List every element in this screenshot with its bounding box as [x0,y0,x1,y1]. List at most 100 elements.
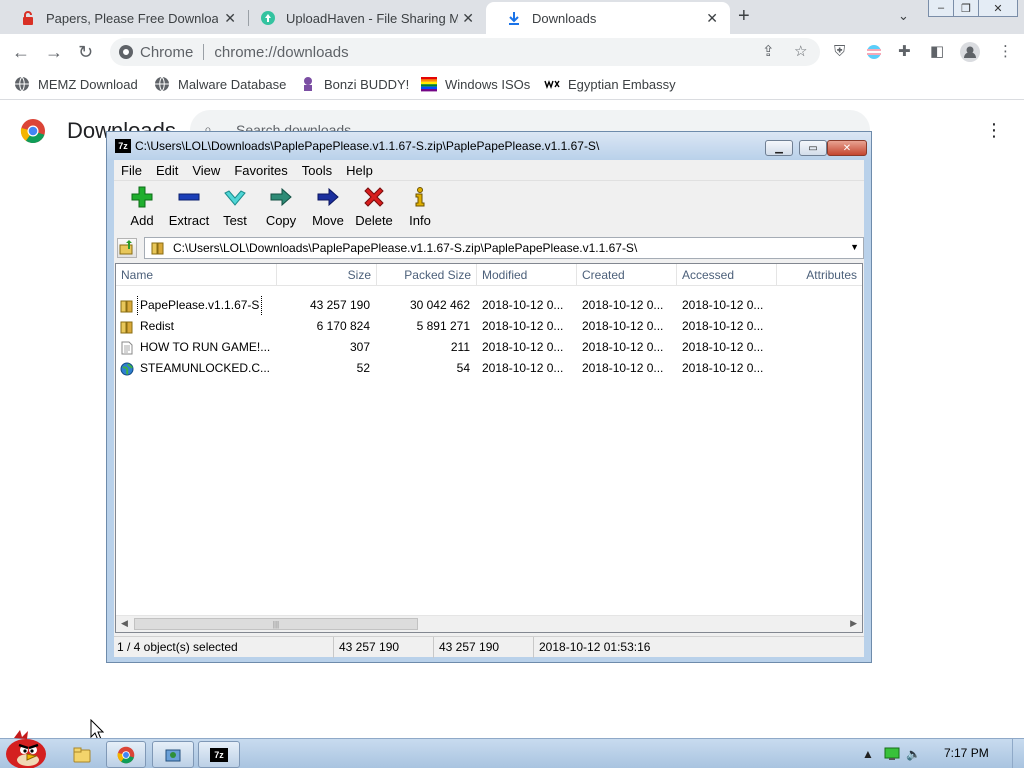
menu-favorites[interactable]: Favorites [227,163,294,178]
table-row[interactable]: STEAMUNLOCKED.C... 52 54 2018-10-12 0...… [116,358,862,379]
column-attributes[interactable]: Attributes [777,264,862,286]
show-hidden-icons-icon[interactable]: ▲ [862,747,874,761]
dropdown-arrow-icon[interactable]: ▼ [850,242,859,252]
profile-avatar-icon[interactable] [960,42,980,62]
folder-zip-icon [151,242,164,255]
minimize-button[interactable]: ▁ [765,140,793,156]
rainbow-flag-icon [421,77,437,92]
menu-view[interactable]: View [185,163,227,178]
window-close-button[interactable]: ✕ [978,0,1018,17]
menu-bar: File Edit View Favorites Tools Help [114,160,864,180]
taskbar-explorer-button[interactable] [62,741,102,768]
scrollbar-thumb[interactable]: ||| [134,618,418,630]
delete-x-icon [364,187,384,207]
red-lock-favicon-icon [23,11,33,25]
tab-downloads[interactable]: Downloads ✕ [486,2,730,34]
column-modified[interactable]: Modified [477,264,577,286]
bookmark-egyptian-embassy[interactable]: Egyptian Embassy [544,76,676,92]
volume-icon[interactable]: 🔈 [906,747,921,761]
ublock-icon[interactable]: ⛨ [834,44,845,60]
bookmark-bonzi-buddy[interactable]: Bonzi BUDDY! [300,76,409,92]
status-size: 43 257 190 [334,637,434,658]
network-icon[interactable] [884,747,900,761]
pride-extension-icon[interactable] [866,44,882,60]
window-titlebar[interactable]: 7z C:\Users\LOL\Downloads\PaplePapePleas… [107,132,871,160]
close-icon[interactable]: ✕ [224,10,236,26]
menu-help[interactable]: Help [339,163,380,178]
file-created: 2018-10-12 0... [582,361,664,375]
file-modified: 2018-10-12 0... [482,340,564,354]
file-packed-size: 211 [450,340,470,354]
file-packed-size: 54 [456,361,470,375]
tool-label: Info [409,213,431,228]
extensions-puzzle-icon[interactable]: ✚ [898,44,911,60]
file-name: Redist [140,319,175,333]
scroll-left-arrow-icon[interactable]: ◀ [121,618,128,629]
table-row[interactable]: PapePlease.v1.1.67-S 43 257 190 30 042 4… [116,295,862,316]
taskbar-chrome-button[interactable] [106,741,146,768]
file-modified: 2018-10-12 0... [482,361,564,375]
status-packed: 43 257 190 [434,637,534,658]
close-button[interactable]: ✕ [827,140,867,156]
column-created[interactable]: Created [577,264,677,286]
bookmark-windows-isos[interactable]: Windows ISOs [421,76,530,92]
tab-search-chevron-icon[interactable]: ⌄ [898,8,909,24]
delete-button[interactable]: Delete [351,185,397,228]
application-icon [165,749,181,761]
copy-button[interactable]: Copy [258,185,304,228]
column-accessed[interactable]: Accessed [677,264,777,286]
up-folder-button[interactable] [117,238,137,258]
forward-arrow-icon[interactable]: → [45,42,63,62]
file-accessed: 2018-10-12 0... [682,361,764,375]
bookmark-label: Malware Database [178,76,287,92]
column-packed-size[interactable]: Packed Size [377,264,477,286]
bookmark-malware-database[interactable]: Malware Database [154,76,286,92]
horizontal-scrollbar[interactable]: ◀ ||| ▶ [116,615,862,632]
show-desktop-button[interactable] [1012,739,1024,768]
extract-button[interactable]: Extract [166,185,212,228]
new-tab-button[interactable]: + [738,6,750,26]
back-arrow-icon[interactable]: ← [12,42,30,62]
table-row[interactable]: Redist 6 170 824 5 891 271 2018-10-12 0.… [116,316,862,337]
menu-edit[interactable]: Edit [149,163,185,178]
taskbar-7zip-button[interactable]: 7z [198,741,240,768]
globe-icon [155,76,169,92]
taskbar-program-button[interactable] [152,741,194,768]
tab-papers-please[interactable]: Papers, Please Free Download ✕ [0,2,248,34]
column-size[interactable]: Size [277,264,377,286]
omnibox[interactable]: Chrome chrome://downloads [110,38,820,66]
bookmark-star-icon[interactable]: ☆ [794,44,807,60]
path-input[interactable]: C:\Users\LOL\Downloads\PaplePapePlease.v… [144,237,864,259]
window-restore-button[interactable]: ❐ [953,0,979,17]
file-size: 52 [356,361,370,375]
info-button[interactable]: Info [397,185,443,228]
scroll-right-arrow-icon[interactable]: ▶ [850,618,857,629]
side-panel-icon[interactable]: ◧ [930,44,944,60]
bookmark-memz[interactable]: MEMZ Download [14,76,138,92]
share-icon[interactable]: ⇪ [762,44,775,60]
chrome-logo-icon [20,119,45,144]
reload-icon[interactable]: ↻ [78,42,93,62]
taskbar-clock[interactable]: 7:17 PM [944,746,989,760]
downloads-menu-icon[interactable]: ⋮ [985,120,1003,141]
status-selection: 1 / 4 object(s) selected [114,637,334,658]
move-button[interactable]: Move [305,185,351,228]
chrome-menu-icon[interactable]: ⋮ [998,44,1013,60]
close-icon[interactable]: ✕ [706,10,718,26]
angry-bird-start-icon[interactable] [0,728,50,768]
menu-tools[interactable]: Tools [295,163,339,178]
tool-label: Move [312,213,344,228]
tab-uploadhaven[interactable]: UploadHaven - File Sharing M ✕ [240,2,486,34]
close-icon[interactable]: ✕ [462,10,474,26]
bookmark-label: MEMZ Download [38,76,138,92]
add-button[interactable]: Add [119,185,165,228]
window-minimize-button[interactable]: ‒ [928,0,954,17]
menu-file[interactable]: File [114,163,149,178]
column-name[interactable]: Name [116,264,277,286]
window-body: File Edit View Favorites Tools Help Add … [114,160,864,658]
test-button[interactable]: Test [212,185,258,228]
file-name: PapePlease.v1.1.67-S [136,295,263,316]
table-row[interactable]: HOW TO RUN GAME!... 307 211 2018-10-12 0… [116,337,862,358]
maximize-button[interactable]: ▭ [799,140,827,156]
chrome-icon [119,45,133,59]
